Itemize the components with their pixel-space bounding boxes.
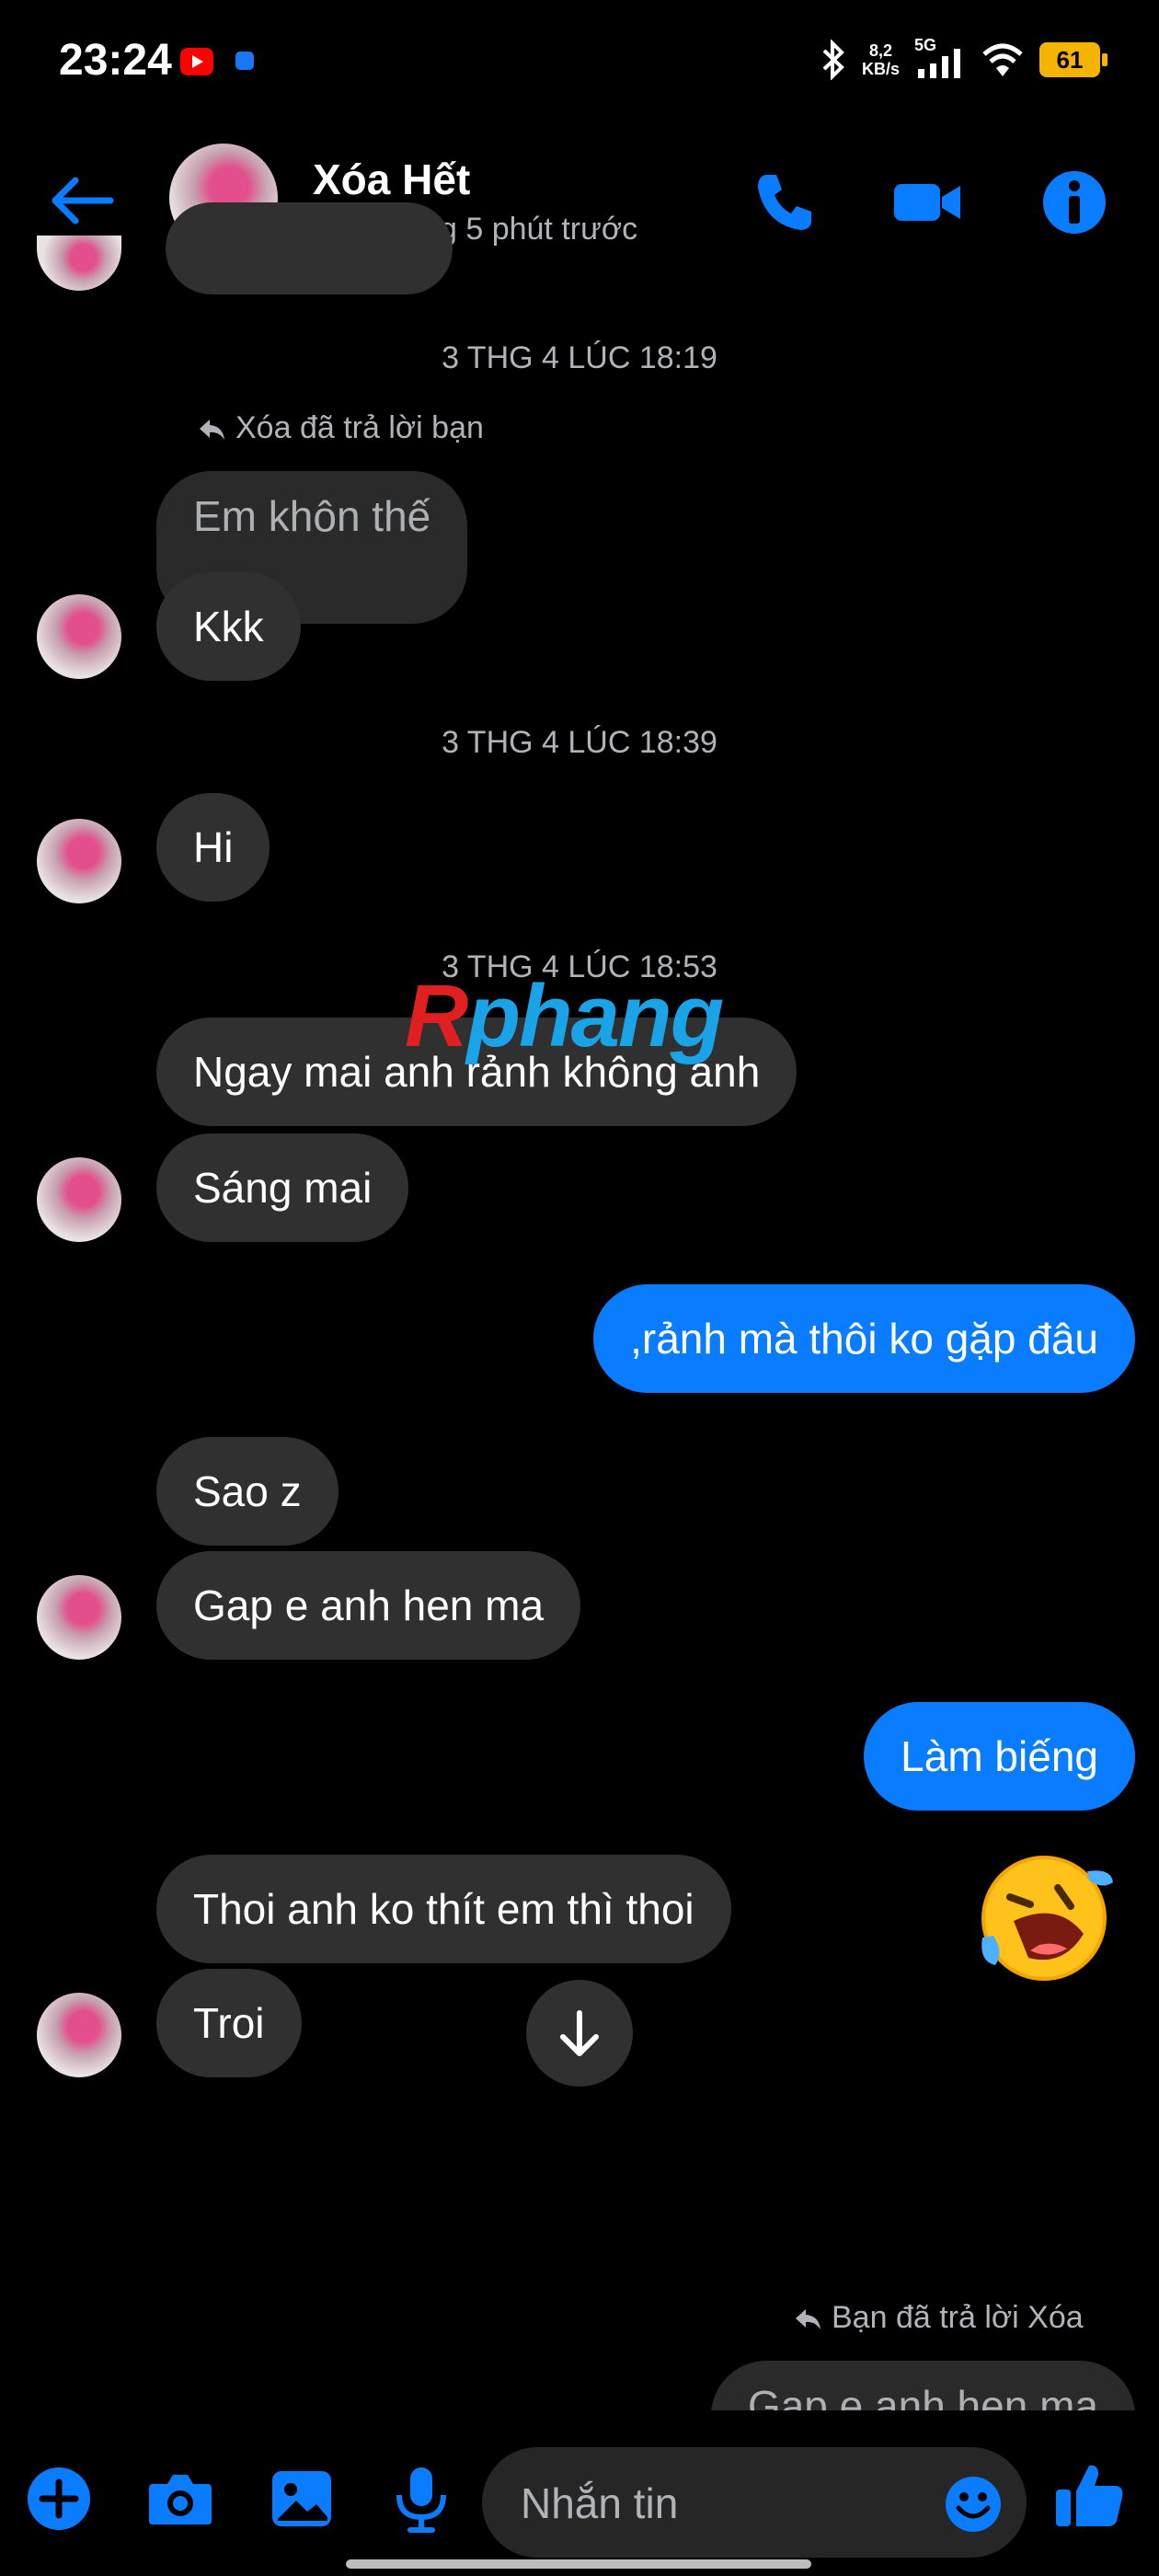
composer-bar <box>0 2410 1159 2576</box>
watermark-logo: Rphang <box>405 967 724 1065</box>
message-bubble-partial <box>166 202 453 294</box>
status-bar: 23:24 8,2 KB/s 5G 61 <box>0 0 1159 129</box>
timestamp: 3 THG 4 LÚC 18:39 <box>442 725 717 760</box>
messenger-notification-icon <box>235 52 254 70</box>
message-input[interactable] <box>519 2473 927 2534</box>
reply-arrow-icon <box>200 419 224 440</box>
contact-avatar-small[interactable] <box>37 1993 121 2077</box>
status-icons: 8,2 KB/s 5G 61 <box>820 36 1107 83</box>
contact-avatar-small[interactable] <box>37 1575 121 1660</box>
clock: 23:24 <box>59 36 172 85</box>
reply-label: Xóa đã trả lời bạn <box>197 410 484 446</box>
message-bubble[interactable]: Troi <box>156 1969 302 2077</box>
message-bubble[interactable]: Kkk <box>156 572 301 681</box>
signal: 5G <box>914 36 966 80</box>
battery-indicator: 61 <box>1039 42 1107 77</box>
camera-icon[interactable] <box>145 2464 215 2534</box>
thumbs-up-icon[interactable] <box>1052 2458 1126 2532</box>
signal-bars-icon <box>918 49 960 78</box>
contact-name[interactable]: Xóa Hết <box>313 155 470 204</box>
emoji-picker-icon[interactable] <box>944 2475 1003 2534</box>
phone-call-icon[interactable] <box>747 166 820 239</box>
message-bubble[interactable]: Sáng mai <box>156 1133 409 1242</box>
timestamp: 3 THG 4 LÚC 18:19 <box>442 340 717 375</box>
network-speed-value: 8,2 <box>868 41 892 60</box>
reply-arrow-icon <box>796 2308 820 2329</box>
contact-avatar-small[interactable] <box>37 819 121 903</box>
message-bubble[interactable]: Thoi anh ko thít em thì thoi <box>156 1855 731 1963</box>
microphone-icon[interactable] <box>386 2464 456 2534</box>
scroll-down-button[interactable] <box>526 1980 633 2087</box>
quoted-message[interactable]: Gap e anh hen ma <box>710 2361 1135 2410</box>
message-input-field[interactable] <box>482 2447 1027 2558</box>
clipped-row: Gap e anh hen ma <box>0 2361 1159 2410</box>
reply-label-text: Xóa đã trả lời bạn <box>235 410 484 445</box>
arrow-down-icon <box>560 2010 599 2056</box>
my-message-bubble[interactable]: ,rảnh mà thôi ko gặp đâu <box>593 1284 1135 1393</box>
message-bubble[interactable]: Gap e anh hen ma <box>156 1551 581 1660</box>
laughing-crying-emoji-icon[interactable] <box>975 1849 1113 1987</box>
avatar-partial <box>37 236 121 291</box>
reply-label: Bạn đã trả lời Xóa <box>793 2300 1084 2336</box>
network-speed-unit: KB/s <box>861 60 900 78</box>
my-message-bubble[interactable]: Làm biếng <box>864 1702 1135 1811</box>
plus-icon[interactable] <box>24 2464 94 2534</box>
contact-avatar-small[interactable] <box>37 1157 121 1242</box>
info-icon[interactable] <box>1038 166 1111 239</box>
back-arrow-icon[interactable] <box>46 173 120 228</box>
gallery-icon[interactable] <box>267 2464 337 2534</box>
youtube-notification-icon <box>180 48 213 75</box>
contact-avatar-small[interactable] <box>37 594 121 679</box>
message-bubble[interactable]: Hi <box>156 793 270 902</box>
video-call-icon[interactable] <box>890 166 964 239</box>
network-speed: 8,2 KB/s <box>862 41 900 78</box>
message-list[interactable]: 3 THG 4 LÚC 18:19 Xóa đã trả lời bạn Em … <box>0 202 1159 2410</box>
bluetooth-icon <box>822 40 844 80</box>
reply-label-text: Bạn đã trả lời Xóa <box>832 2300 1084 2335</box>
home-indicator[interactable] <box>346 2559 811 2569</box>
message-bubble[interactable]: Sao z <box>156 1437 339 1546</box>
wifi-icon <box>982 43 1023 76</box>
